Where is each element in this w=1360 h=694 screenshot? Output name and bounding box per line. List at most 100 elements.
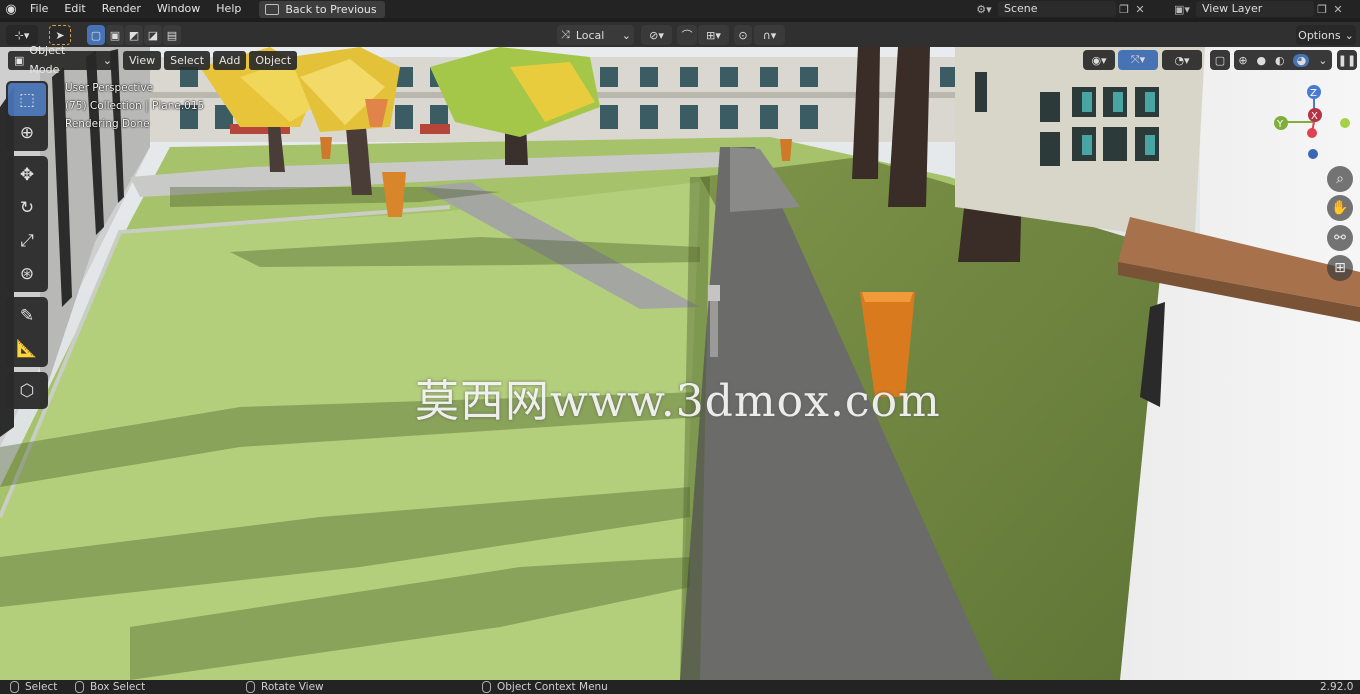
view-layer-name-field[interactable]: View Layer: [1196, 1, 1314, 17]
scale-tool-icon[interactable]: ⤢: [8, 224, 46, 257]
select-extend-icon[interactable]: ▣: [106, 25, 124, 45]
xray-icon[interactable]: ▢: [1210, 50, 1230, 70]
visibility-icon[interactable]: ◉▾: [1083, 50, 1115, 70]
pivot-point-icon[interactable]: ⊘▾: [641, 25, 672, 45]
move-tool-icon[interactable]: ✥: [8, 158, 46, 191]
cursor-tool-icon[interactable]: ⊕: [8, 116, 46, 149]
orientation-label: Local: [575, 28, 605, 42]
gizmo-x-label: X: [1311, 111, 1318, 122]
scene-selector: ⚙▾ Scene ❐ ✕: [970, 0, 1148, 18]
view-layer-icon[interactable]: ▣▾: [1168, 1, 1196, 17]
proportional-edit-icon[interactable]: ⊙: [734, 25, 752, 45]
viewport-toolbar: ⊹▾ ➤ ▢ ▣ ◩ ◪ ▤ ⤨ Local ⌄ ⊘▾ ⌒ ⊞▾ ⊙ ∩▾ Op…: [0, 22, 1360, 47]
new-scene-icon[interactable]: ❐: [1116, 1, 1132, 17]
zoom-icon[interactable]: ⌕: [1327, 166, 1353, 192]
gizmo-z-label: Z: [1310, 88, 1317, 99]
transform-orientation-dropdown[interactable]: ⤨ Local ⌄: [557, 25, 634, 45]
tool-group-select: ⬚ ⊕: [6, 81, 48, 151]
scene-icon[interactable]: ⚙▾: [970, 1, 998, 17]
screen-icon: [265, 3, 280, 15]
rendered-shading-icon[interactable]: ◕: [1293, 53, 1310, 67]
select-intersect-icon[interactable]: ▤: [163, 25, 181, 45]
rotate-tool-icon[interactable]: ↻: [8, 191, 46, 224]
menu-file[interactable]: File: [22, 0, 56, 18]
watermark-text: 莫西网www.3dmox.com: [415, 376, 941, 427]
bin-near-rim: [862, 292, 913, 302]
perspective-grid-icon[interactable]: ⊞: [1327, 255, 1353, 281]
shading-mode-group: ⊕ ● ◐ ◕ ⌄: [1234, 50, 1332, 70]
new-view-layer-icon[interactable]: ❐: [1314, 1, 1330, 17]
transform-tool-icon[interactable]: ⊛: [8, 257, 46, 290]
back-to-previous-label: Back to Previous: [285, 2, 377, 16]
pan-hand-icon[interactable]: ✋: [1327, 195, 1353, 221]
material-shading-icon[interactable]: ◐: [1275, 54, 1285, 67]
gizmo-neg-z: [1308, 149, 1318, 159]
wireframe-shading-icon[interactable]: ⊕: [1238, 54, 1247, 67]
object-menu[interactable]: Object: [249, 50, 298, 70]
status-rotate-view: Rotate View: [246, 681, 324, 693]
bin-far-left: [320, 137, 332, 159]
status-bar: Select Box Select Rotate View Object Con…: [0, 680, 1360, 694]
view-perspective-label: User Perspective: [65, 82, 154, 94]
tool-group-annotate: ✎ 📐: [6, 297, 48, 367]
menu-render[interactable]: Render: [94, 0, 149, 18]
scene-render[interactable]: [0, 47, 1360, 680]
orientation-icon: ⤨: [561, 28, 570, 41]
chevron-down-icon: ⌄: [1344, 28, 1354, 42]
status-context-menu-label: Object Context Menu: [497, 681, 608, 693]
gizmo-toggle-icon[interactable]: ⤧▾: [1118, 50, 1158, 70]
render-status-label: Rendering Done: [65, 118, 150, 130]
3d-viewport[interactable]: 莫西网www.3dmox.com User Perspective (75) C…: [0, 47, 1360, 680]
select-subtract-icon[interactable]: ◩: [125, 25, 143, 45]
mouse-right-icon: [482, 681, 491, 693]
add-cube-tool-icon[interactable]: ⬡: [8, 374, 46, 407]
annotate-tool-icon[interactable]: ✎: [8, 299, 46, 332]
bin-far-right: [780, 139, 792, 161]
scene-name-field[interactable]: Scene: [998, 1, 1116, 17]
viewport-header: ▣ Object Mode ⌄ View Select Add Object: [8, 44, 300, 76]
tool-shelf: ⬚ ⊕ ✥ ↻ ⤢ ⊛ ✎ 📐 ⬡: [6, 81, 48, 414]
falloff-icon[interactable]: ∩▾: [754, 25, 785, 45]
chevron-down-icon: ⌄: [102, 53, 112, 67]
view-menu[interactable]: View: [123, 50, 162, 70]
lamp-head: [708, 285, 720, 301]
delete-scene-icon[interactable]: ✕: [1132, 1, 1148, 17]
status-context-menu: Object Context Menu: [482, 681, 608, 693]
object-mode-dropdown[interactable]: ▣ Object Mode ⌄: [8, 44, 118, 76]
measure-tool-icon[interactable]: 📐: [8, 332, 46, 365]
overlays-icon[interactable]: ◔▾: [1162, 50, 1202, 70]
chevron-down-icon: ⌄: [621, 28, 631, 42]
mouse-middle-icon: [246, 681, 255, 693]
tool-group-transform: ✥ ↻ ⤢ ⊛: [6, 156, 48, 292]
menu-window[interactable]: Window: [149, 0, 208, 18]
select-menu[interactable]: Select: [164, 50, 211, 70]
options-dropdown[interactable]: Options ⌄: [1296, 25, 1356, 45]
add-menu[interactable]: Add: [213, 50, 247, 70]
tool-group-add: ⬡: [6, 372, 48, 409]
select-box-tool-icon[interactable]: ⬚: [8, 83, 46, 116]
gizmo-neg-y: [1340, 118, 1350, 128]
top-menu-bar: ◉ File Edit Render Window Help Back to P…: [0, 0, 1360, 18]
snap-target-icon[interactable]: ⊞▾: [698, 25, 729, 45]
status-box-select: Box Select: [75, 681, 145, 693]
view-layer-selector: ▣▾ View Layer ❐ ✕: [1168, 0, 1346, 18]
back-to-previous-button[interactable]: Back to Previous: [259, 0, 385, 18]
collection-label: (75) Collection | Plane.015: [65, 100, 205, 112]
select-invert-icon[interactable]: ◪: [144, 25, 162, 45]
snap-toggle-icon[interactable]: ⌒: [677, 25, 697, 45]
navigation-gizmo[interactable]: Z Y X: [1264, 82, 1360, 162]
delete-view-layer-icon[interactable]: ✕: [1330, 1, 1346, 17]
pause-render-icon[interactable]: ❚❚: [1337, 50, 1357, 70]
menu-help[interactable]: Help: [208, 0, 249, 18]
blender-logo-icon[interactable]: ◉: [0, 0, 22, 18]
object-mode-label: Object Mode: [29, 44, 66, 76]
solid-shading-icon[interactable]: ●: [1257, 54, 1267, 67]
options-label: Options: [1298, 28, 1341, 42]
mouse-drag-icon: [75, 681, 84, 693]
gizmo-y-label: Y: [1276, 119, 1284, 130]
status-rotate-view-label: Rotate View: [261, 681, 324, 693]
camera-view-icon[interactable]: ⚯: [1327, 225, 1353, 251]
mouse-left-icon: [10, 681, 19, 693]
chevron-down-icon[interactable]: ⌄: [1318, 54, 1327, 67]
menu-edit[interactable]: Edit: [56, 0, 93, 18]
